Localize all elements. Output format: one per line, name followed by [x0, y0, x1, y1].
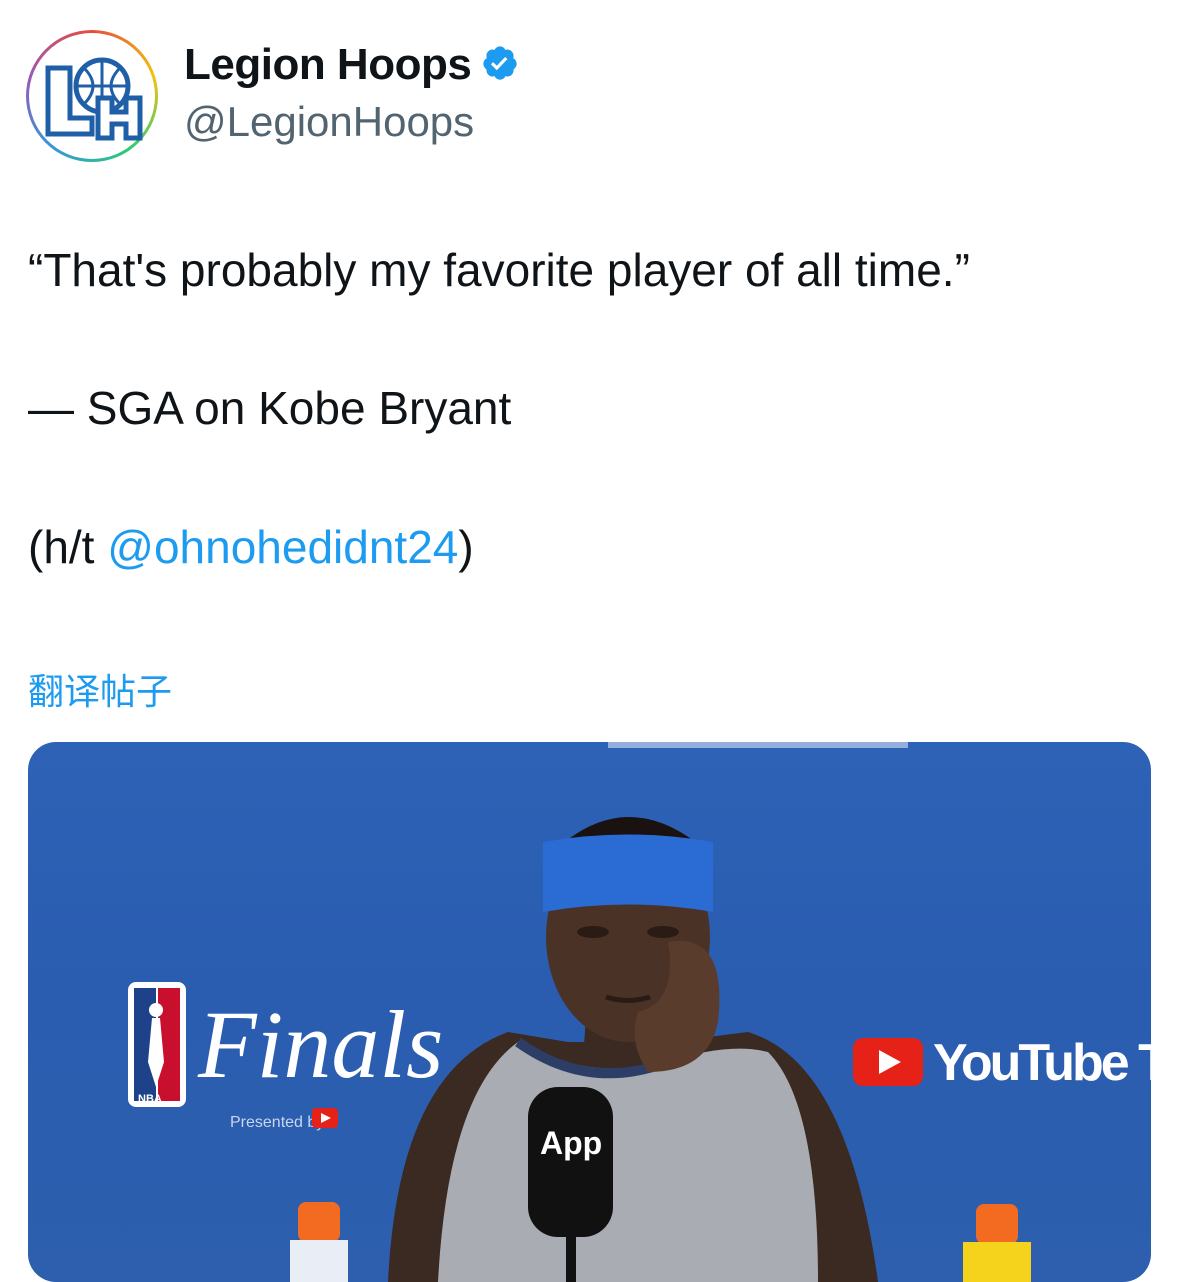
author-name-row: Legion Hoops: [184, 40, 519, 90]
presented-by-text: Presented by: [230, 1114, 324, 1131]
hat-tip-prefix: (h/t: [28, 521, 108, 573]
author-handle[interactable]: @LegionHoops: [184, 98, 474, 146]
translate-post-link[interactable]: 翻译帖子: [28, 663, 172, 715]
author-name[interactable]: Legion Hoops: [184, 40, 472, 90]
youtube-tv-logo-icon: YouTube TV: [853, 1034, 1151, 1092]
svg-text:NBA: NBA: [138, 1093, 162, 1105]
tweet-quote: “That's probably my favorite player of a…: [28, 244, 970, 296]
tweet-media-image[interactable]: NBA Finals Presented by YouTube TV: [28, 742, 1151, 1282]
hat-tip-suffix: ): [458, 521, 474, 573]
legion-hoops-logo-icon: [29, 33, 155, 159]
player-figure: [388, 817, 878, 1282]
finals-wordmark: Finals: [197, 991, 443, 1098]
svg-text:App: App: [540, 1125, 602, 1161]
svg-text:YouTube TV: YouTube TV: [933, 1034, 1151, 1092]
tweet-hat-tip: (h/t @ohnohedidnt24): [28, 520, 474, 574]
tweet-attribution: — SGA on Kobe Bryant: [28, 382, 512, 434]
nba-logo-icon: NBA: [128, 982, 186, 1107]
avatar[interactable]: [26, 30, 158, 162]
verified-badge-icon: [481, 44, 519, 87]
mention-link[interactable]: @ohnohedidnt24: [107, 521, 458, 573]
